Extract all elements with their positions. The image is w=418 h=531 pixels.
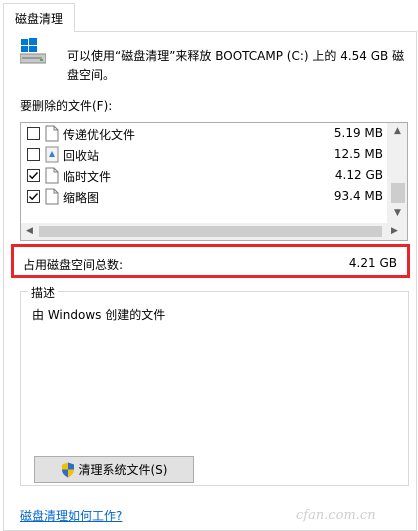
scroll-up-arrow-icon[interactable]: ▲ xyxy=(394,127,401,136)
checkbox-checked[interactable] xyxy=(27,190,40,203)
total-space-label: 占用磁盘空间总数: xyxy=(23,258,124,272)
vertical-scroll-thumb[interactable] xyxy=(391,183,405,203)
recycle-bin-icon xyxy=(45,146,59,163)
checkmark-icon xyxy=(29,193,39,201)
scroll-right-arrow-icon[interactable]: ▶ xyxy=(391,227,398,236)
tab-strip: 磁盘清理 xyxy=(0,0,418,32)
checkbox[interactable] xyxy=(27,148,40,161)
checkbox[interactable] xyxy=(27,127,40,140)
scroll-left-arrow-icon[interactable]: ◀ xyxy=(26,227,33,236)
description-legend: 描述 xyxy=(28,284,59,301)
file-name: 缩略图 xyxy=(63,191,100,205)
description-text: 由 Windows 创建的文件 xyxy=(32,308,166,322)
tab-label: 磁盘清理 xyxy=(14,11,63,26)
horizontal-scroll-thumb[interactable] xyxy=(39,226,382,237)
clean-system-files-label: 清理系统文件(S) xyxy=(78,463,168,477)
file-size: 5.19 MB xyxy=(333,126,383,140)
checkmark-icon xyxy=(29,172,39,180)
file-name: 传递优化文件 xyxy=(63,128,136,142)
tab-disk-cleanup[interactable]: 磁盘清理 xyxy=(3,3,75,32)
list-item[interactable]: 缩略图 93.4 MB xyxy=(21,186,387,207)
file-size: 93.4 MB xyxy=(333,189,383,203)
total-space-highlight: 占用磁盘空间总数: 4.21 GB xyxy=(11,244,410,278)
file-name: 临时文件 xyxy=(63,170,112,184)
list-item[interactable]: 回收站 12.5 MB xyxy=(21,144,387,165)
file-name: 回收站 xyxy=(63,149,100,163)
file-rows: 传递优化文件 5.19 MB 回收站 12.5 MB 临时文件 4.12 GB … xyxy=(21,123,387,223)
scroll-down-arrow-icon[interactable]: ▼ xyxy=(394,209,401,218)
list-item[interactable]: 传递优化文件 5.19 MB xyxy=(21,123,387,144)
files-listbox[interactable]: 传递优化文件 5.19 MB 回收站 12.5 MB 临时文件 4.12 GB … xyxy=(20,122,408,241)
file-size: 12.5 MB xyxy=(333,147,383,161)
summary-text: 可以使用“磁盘清理”来释放 BOOTCAMP (C:) 上的 4.54 GB 磁… xyxy=(67,49,405,82)
watermark: cfan.com.cn xyxy=(296,508,376,523)
drive-icon xyxy=(20,38,46,64)
uac-shield-icon xyxy=(61,462,74,477)
file-icon xyxy=(45,125,59,142)
file-icon xyxy=(45,188,59,205)
list-item[interactable]: 临时文件 4.12 GB xyxy=(21,165,387,186)
clean-system-files-button[interactable]: 清理系统文件(S) xyxy=(34,456,194,483)
vertical-scrollbar[interactable]: ▲ ▼ xyxy=(387,123,407,223)
total-space-value: 4.21 GB xyxy=(348,256,397,270)
help-link[interactable]: 磁盘清理如何工作? xyxy=(20,507,122,524)
checkbox-checked[interactable] xyxy=(27,169,40,182)
horizontal-scrollbar[interactable]: ◀ ▶ xyxy=(21,223,407,240)
file-icon xyxy=(45,167,59,184)
files-to-delete-label: 要删除的文件(F): xyxy=(20,99,113,113)
file-size: 4.12 GB xyxy=(334,168,383,182)
